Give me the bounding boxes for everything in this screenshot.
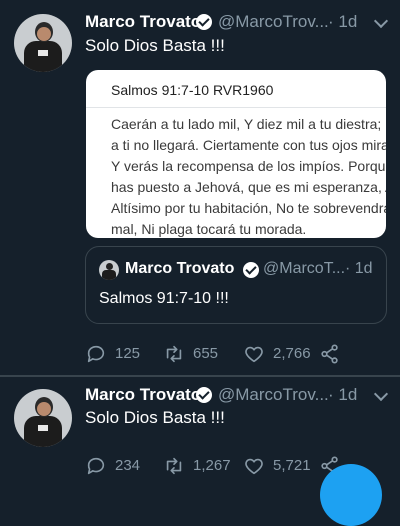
card-title: Salmos 91:7-10 RVR1960 — [111, 82, 274, 98]
tweet-text: Solo Dios Basta !!! — [85, 408, 225, 427]
card-line: Altísimo por tu habitación, No te sobrev… — [111, 200, 386, 216]
reply-icon — [87, 457, 105, 475]
tweet[interactable]: Marco Trovato @MarcoTrov... · 1d Solo Di… — [0, 0, 400, 376]
heart-icon — [245, 458, 263, 475]
author-name[interactable]: Marco Trovato — [85, 12, 201, 32]
quoted-tweet-time: · 1d — [345, 260, 373, 277]
retweet-icon — [166, 345, 182, 363]
link-card[interactable]: Salmos 91:7-10 RVR1960 Caerán a tu lado … — [86, 70, 386, 238]
retweet-count: 1,267 — [193, 457, 231, 474]
quoted-avatar[interactable] — [99, 260, 119, 280]
card-body: Caerán a tu lado mil, Y diez mil a tu di… — [111, 114, 386, 238]
reply-count: 125 — [115, 345, 141, 362]
author-name[interactable]: Marco Trovato — [85, 385, 201, 405]
retweet-icon — [166, 457, 182, 475]
reply-icon — [87, 345, 105, 363]
like-count: 5,721 — [273, 457, 311, 474]
card-line: Y verás la recompensa de los impíos. Por… — [111, 158, 386, 174]
verified-badge-icon — [196, 14, 212, 30]
tweet-actions: 125 655 2,766 — [85, 342, 385, 368]
author-handle[interactable]: @MarcoTrov... — [218, 12, 329, 32]
quoted-tweet[interactable]: Marco Trovato @MarcoT... · 1d Salmos 91:… — [85, 246, 387, 324]
heart-icon — [245, 346, 263, 363]
tweet-time[interactable]: · 1d — [328, 12, 357, 32]
card-line: has puesto a Jehová, que es mi esperanza… — [111, 179, 386, 195]
tweet-text: Solo Dios Basta !!! — [85, 36, 225, 55]
like-count: 2,766 — [273, 345, 311, 362]
quoted-author-name: Marco Trovato — [125, 260, 235, 277]
share-icon — [321, 344, 338, 364]
verified-badge-icon — [196, 387, 212, 403]
author-handle[interactable]: @MarcoTrov... — [218, 385, 329, 405]
card-line: a ti no llegará. Ciertamente con tus ojo… — [111, 137, 386, 153]
reply-count: 234 — [115, 457, 141, 474]
chevron-down-icon[interactable] — [373, 386, 389, 402]
tweet-header: Marco Trovato @MarcoTrov... · 1d — [85, 385, 400, 407]
avatar[interactable] — [14, 389, 72, 447]
card-divider — [86, 107, 386, 108]
chevron-down-icon[interactable] — [373, 13, 389, 29]
card-line: Caerán a tu lado mil, Y diez mil a tu di… — [111, 116, 386, 132]
verified-badge-icon — [243, 262, 259, 278]
tweet-time[interactable]: · 1d — [328, 385, 357, 405]
quoted-author-handle: @MarcoT... — [263, 260, 346, 277]
quoted-tweet-text: Salmos 91:7-10 !!! — [99, 290, 229, 307]
card-line: mal, Ni plaga tocará tu morada. — [111, 221, 307, 237]
avatar[interactable] — [14, 14, 72, 72]
retweet-count: 655 — [193, 345, 219, 362]
compose-tweet-button[interactable] — [320, 464, 382, 526]
tweet-header: Marco Trovato @MarcoTrov... · 1d — [85, 12, 400, 34]
